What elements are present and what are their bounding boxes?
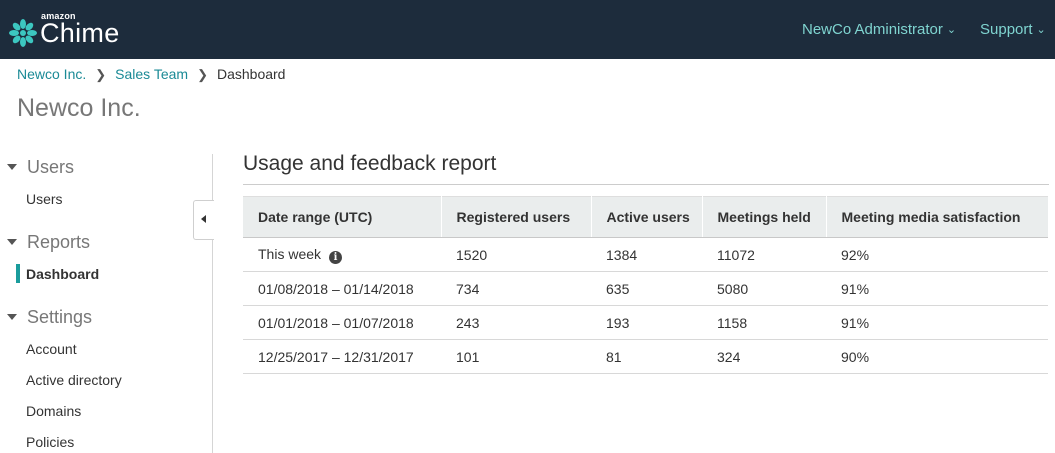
active-users-cell: 81 [591, 339, 702, 374]
table-row: 12/25/2017 – 12/31/2017 101 81 324 90% [243, 339, 1048, 374]
sidebar-section-label: Reports [27, 232, 91, 252]
table-row: 01/01/2018 – 01/07/2018 243 193 1158 91% [243, 305, 1048, 340]
meetings-held-cell: 1158 [702, 305, 826, 340]
usage-report-table: Date range (UTC) Registered users Active… [243, 196, 1048, 374]
chevron-down-icon: ⌄ [1036, 24, 1046, 36]
amazon-chime-logo[interactable]: amazon Chime [8, 8, 138, 52]
collapse-sidebar-button[interactable] [193, 200, 214, 240]
date-range-cell: 01/08/2018 – 01/14/2018 [243, 271, 441, 306]
column-header[interactable]: Date range (UTC) [243, 196, 442, 238]
registered-users-cell: 243 [441, 305, 591, 340]
sidebar-item-active-directory[interactable]: Active directory [26, 372, 122, 388]
caret-left-icon [201, 215, 206, 223]
sidebar-section-reports[interactable]: Reports [7, 232, 90, 253]
sidebar-item-account[interactable]: Account [26, 341, 77, 357]
support-menu[interactable]: Support ⌄ [980, 21, 1046, 38]
column-header[interactable]: Registered users [441, 196, 592, 238]
breadcrumb-sales-team[interactable]: Sales Team [115, 66, 188, 82]
date-range-cell: 12/25/2017 – 12/31/2017 [243, 339, 441, 374]
active-users-cell: 193 [591, 305, 702, 340]
table-row: 01/08/2018 – 01/14/2018 734 635 5080 91% [243, 271, 1048, 306]
sidebar-section-label: Settings [27, 307, 93, 327]
meetings-held-cell: 11072 [702, 237, 826, 272]
breadcrumb-newco[interactable]: Newco Inc. [17, 66, 86, 82]
sidebar-item-dashboard[interactable]: Dashboard [26, 266, 99, 282]
caret-down-icon [7, 314, 17, 320]
satisfaction-cell: 90% [826, 339, 1048, 374]
chime-logo-icon [9, 19, 37, 47]
satisfaction-cell: 91% [826, 305, 1048, 340]
sidebar-section-label: Users [27, 157, 75, 177]
chevron-right-icon: ❯ [197, 67, 208, 82]
account-menu[interactable]: NewCo Administrator ⌄ [802, 21, 956, 38]
column-header[interactable]: Meeting media satisfaction [826, 196, 1048, 238]
sidebar-item-domains[interactable]: Domains [26, 403, 81, 419]
column-header[interactable]: Active users [591, 196, 703, 238]
registered-users-cell: 1520 [441, 237, 591, 272]
top-bar: amazon Chime NewCo Administrator ⌄ Suppor… [0, 0, 1055, 59]
support-menu-label: Support [980, 21, 1033, 38]
sidebar-section-settings[interactable]: Settings [7, 307, 92, 328]
table-row: This week i 1520 1384 11072 92% [243, 237, 1048, 272]
sidebar-section-users[interactable]: Users [7, 157, 74, 178]
report-title: Usage and feedback report [243, 152, 497, 175]
registered-users-cell: 734 [441, 271, 591, 306]
registered-users-cell: 101 [441, 339, 591, 374]
caret-down-icon [7, 239, 17, 245]
satisfaction-cell: 92% [826, 237, 1048, 272]
meetings-held-cell: 324 [702, 339, 826, 374]
info-icon[interactable]: i [329, 250, 343, 264]
sidebar-divider [212, 154, 213, 453]
breadcrumb-dashboard: Dashboard [216, 66, 286, 82]
caret-down-icon [7, 164, 17, 170]
breadcrumb: Newco Inc. ❯ Sales Team ❯ Dashboard [17, 66, 285, 83]
logo-chime-text: Chime [40, 18, 120, 48]
chevron-right-icon: ❯ [95, 67, 107, 82]
table-header-row: Date range (UTC) Registered users Active… [243, 196, 1048, 238]
date-range-cell: 01/01/2018 – 01/07/2018 [243, 305, 441, 340]
active-users-cell: 1384 [591, 237, 702, 272]
sidebar-item-users[interactable]: Users [26, 191, 63, 207]
account-menu-label: NewCo Administrator [802, 21, 943, 38]
column-header[interactable]: Meetings held [702, 196, 827, 238]
page-title: Newco Inc. [17, 94, 141, 122]
sidebar-item-policies[interactable]: Policies [26, 434, 74, 450]
satisfaction-cell: 91% [826, 271, 1048, 306]
meetings-held-cell: 5080 [702, 271, 826, 306]
date-range-cell: This week i [243, 237, 441, 272]
title-divider [243, 184, 1049, 185]
active-users-cell: 635 [591, 271, 702, 306]
active-indicator [16, 264, 20, 283]
date-range-text: This week [258, 245, 322, 262]
chevron-down-icon: ⌄ [946, 24, 957, 36]
